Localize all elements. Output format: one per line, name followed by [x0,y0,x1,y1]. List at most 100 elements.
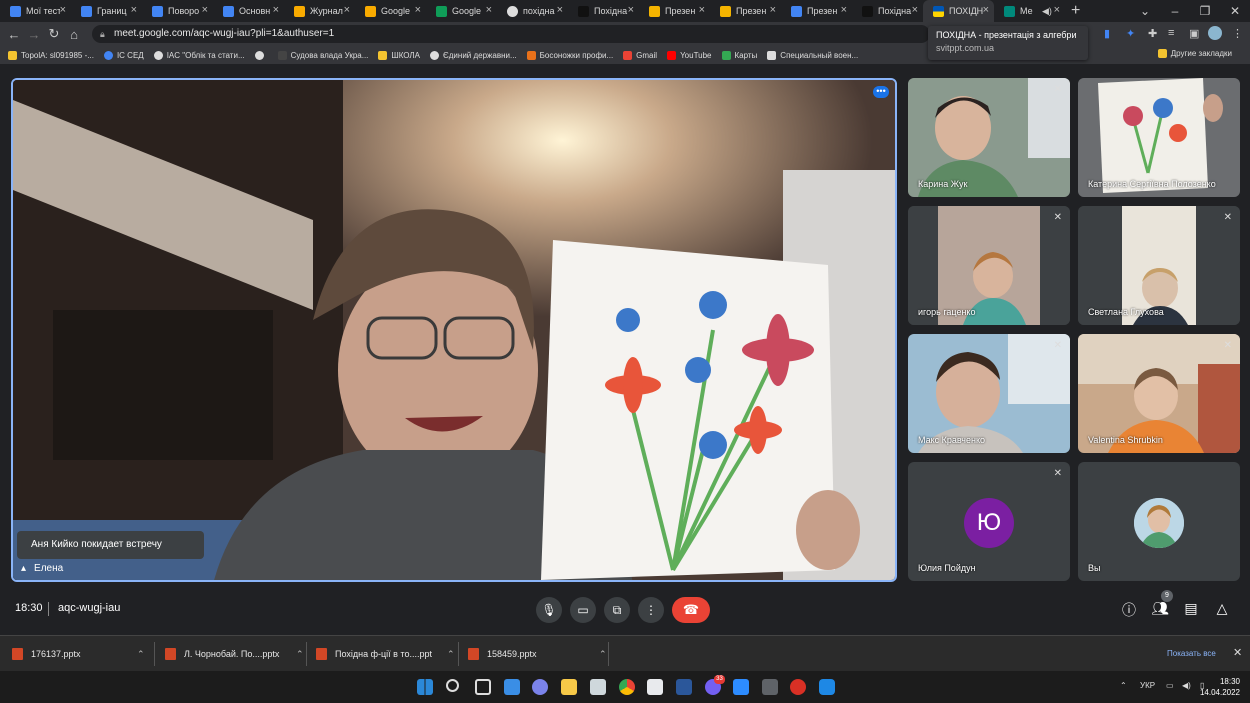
extension-icon[interactable]: ✦ [1126,27,1135,40]
tab-close-icon[interactable]: × [557,4,563,16]
participant-tile[interactable]: Вы [1078,462,1240,581]
menu-icon[interactable]: ⋮ [1232,27,1243,40]
download-item[interactable]: Л. Чорнобай. По....pptx ⌃ [165,645,304,663]
minimize-icon[interactable]: – [1160,0,1190,22]
close-icon[interactable]: ✕ [1233,646,1242,659]
bookmark-item[interactable]: TopolA: sl091985 -... [8,50,94,60]
widgets-icon[interactable] [504,679,520,695]
browser-tab[interactable]: похідна × [497,0,568,22]
browser-tab[interactable]: Похідна × [852,0,923,22]
browser-tab[interactable]: Ме ◀) × [994,0,1065,22]
word-icon[interactable] [676,679,692,695]
bookmark-item[interactable]: Специальный воен... [767,50,858,60]
tab-close-icon[interactable]: × [841,4,847,16]
tab-close-icon[interactable]: × [770,4,776,16]
browser-tab[interactable]: Мої тест × [0,0,71,22]
bookmark-item[interactable]: YouTube [667,50,712,60]
calculator-icon[interactable] [762,679,778,695]
chevron-up-icon[interactable]: ⌃ [1120,681,1127,690]
pin-icon[interactable]: ▴ [21,563,26,574]
browser-tab[interactable]: Похідна × [568,0,639,22]
download-item[interactable]: Похідна ф-ції в то....ppt ⌃ [316,645,455,663]
browser-tab[interactable]: Поворо × [142,0,213,22]
calendar-icon[interactable] [647,679,663,695]
participant-tile[interactable]: ✕ Valentina Shrubkin [1078,334,1240,453]
search-icon[interactable] [446,679,459,692]
bookmark-item[interactable]: Босоножки профи... [526,50,613,60]
chevron-up-icon[interactable]: ⌃ [296,649,304,660]
participant-tile[interactable]: ✕ Макс Кравченко [908,334,1070,453]
browser-tab[interactable]: Презен × [781,0,852,22]
bookmark-item[interactable]: Єдиний державни... [430,50,517,60]
windows-start-icon[interactable] [417,679,433,695]
bookmark-item[interactable]: IAC "Облік та стати... [153,50,245,60]
tab-close-icon[interactable]: × [60,4,66,16]
system-clock[interactable]: 18:30 14.04.2022 [1200,676,1240,698]
avatar[interactable] [1208,26,1222,40]
microphone-button[interactable]: 🎙︎ [536,597,562,623]
participant-tile[interactable]: Ю ✕ Юлия Пойдун [908,462,1070,581]
tab-close-icon[interactable]: × [699,4,705,16]
show-all-downloads-link[interactable]: Показать все [1167,649,1216,658]
bookmark-item[interactable]: IC СЕД [103,50,144,60]
tab-close-icon[interactable]: × [1054,4,1060,16]
download-item[interactable]: 176137.pptx ⌃ [12,645,145,663]
lock-icon[interactable]: 🔒︎ [100,25,105,43]
tab-close-icon[interactable]: × [344,4,350,16]
tab-close-icon[interactable]: × [628,4,634,16]
camera-button[interactable]: ▭ [570,597,596,623]
bookmark-item[interactable] [254,50,268,60]
tab-close-icon[interactable]: × [912,4,918,16]
store-icon[interactable] [590,679,606,695]
extension-icon[interactable]: ▮ [1104,27,1110,40]
restore-icon[interactable]: ❐ [1190,0,1220,22]
back-icon[interactable]: ← [4,27,24,42]
tab-search-icon[interactable]: ⌄ [1130,0,1160,22]
browser-tab[interactable]: Презен × [710,0,781,22]
browser-tab[interactable]: Границ × [71,0,142,22]
download-item[interactable]: 158459.pptx ⌃ [468,645,607,663]
chevron-up-icon[interactable]: ⌃ [599,649,607,660]
chevron-up-icon[interactable]: ⌃ [447,649,455,660]
browser-tab[interactable]: Журнал × [284,0,355,22]
new-tab-button[interactable]: + [1071,2,1080,20]
browser-tab[interactable]: Google × [426,0,497,22]
browser-tab[interactable]: Основн × [213,0,284,22]
reload-icon[interactable]: ↻ [44,26,64,42]
browser-tab[interactable]: ПОХІДН × [923,0,994,22]
browser-tab[interactable]: Презен × [639,0,710,22]
bookmark-item[interactable]: Gmail [623,50,657,60]
more-options-button[interactable]: ⋮ [638,597,664,623]
forward-icon[interactable]: → [24,27,44,42]
participant-tile[interactable]: ✕ Светлана Глухова [1078,206,1240,325]
language-indicator[interactable]: УКР [1140,681,1155,690]
present-screen-button[interactable]: ⧉ [604,597,630,623]
tab-close-icon[interactable]: × [486,4,492,16]
main-video-tile[interactable]: ••• Аня Кийко покидает встречу ▴ Елена [11,78,897,582]
chat-icon[interactable]: ▤ [1180,600,1202,617]
sidepanel-icon[interactable]: ▣ [1189,27,1199,40]
home-icon[interactable]: ⌂ [64,27,84,42]
app-icon[interactable] [819,679,835,695]
info-icon[interactable]: ⓘ [1118,600,1140,620]
bookmark-item[interactable]: Карты [721,50,757,60]
more-options-icon[interactable]: ••• [873,86,889,98]
tab-close-icon[interactable]: × [273,4,279,16]
network-icon[interactable]: ▭ [1166,681,1174,690]
app-icon[interactable] [790,679,806,695]
url-input[interactable]: 🔒︎ meet.google.com/aqc-wugj-iau?pli=1&au… [92,25,930,43]
chevron-up-icon[interactable]: ⌃ [137,649,145,660]
chrome-icon[interactable] [619,679,635,695]
tab-close-icon[interactable]: × [415,4,421,16]
task-view-icon[interactable] [475,679,491,695]
tab-close-icon[interactable]: × [131,4,137,16]
other-bookmarks[interactable]: Другие закладки [1157,49,1232,58]
bookmark-item[interactable]: Судова влада Укра... [277,50,368,60]
tab-audio-icon[interactable]: ◀) [1042,6,1052,17]
bookmark-item[interactable]: ШКОЛА [378,50,420,60]
media-icon[interactable]: ≡ [1168,27,1174,39]
file-explorer-icon[interactable] [561,679,577,695]
participant-tile[interactable]: Катерина Сергіївна Полозенко [1078,78,1240,197]
participant-tile[interactable]: ✕ игорь гаценко [908,206,1070,325]
participant-tile[interactable]: ✕ Карина Жук [908,78,1070,197]
